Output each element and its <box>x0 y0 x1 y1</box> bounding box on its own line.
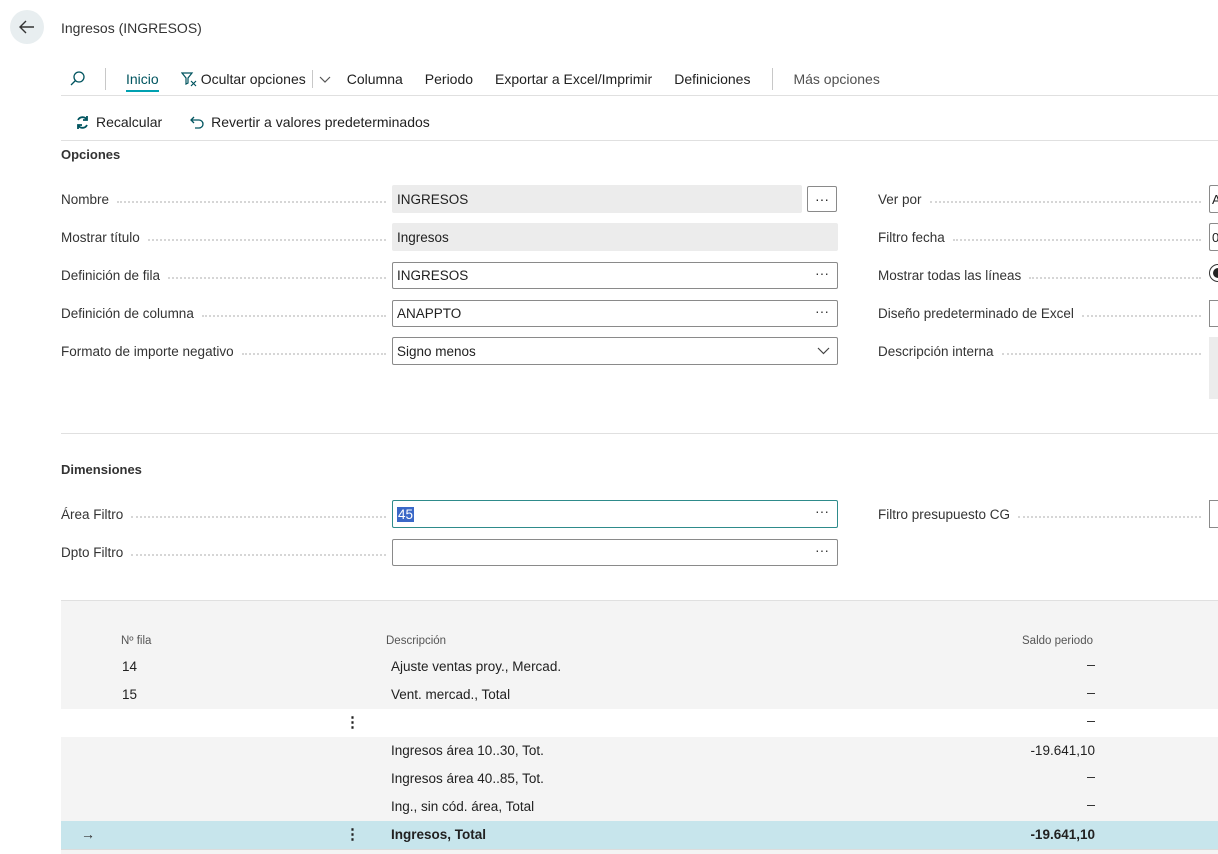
ellipsis-icon[interactable]: ··· <box>815 303 829 319</box>
excel-layout-field[interactable] <box>1209 300 1218 327</box>
budget-filter-field[interactable] <box>1209 500 1218 528</box>
empty-value-dash <box>1087 665 1095 666</box>
column-header-description[interactable]: Descripción <box>386 635 446 647</box>
action-bar: Inicio Ocultar opciones Columna Periodo … <box>61 62 1218 96</box>
field-label-neg-format: Formato de importe negativo <box>61 344 386 359</box>
undo-icon <box>190 116 204 129</box>
row-definition-value: INGRESOS <box>397 268 469 283</box>
more-options-button[interactable]: Más opciones <box>793 71 879 87</box>
empty-value-dash <box>1087 805 1095 806</box>
table-row[interactable]: ⋮ <box>61 709 1218 738</box>
negative-format-value: Signo menos <box>397 343 476 359</box>
field-label-date-filter: Filtro fecha <box>878 230 1201 245</box>
section-title-options: Opciones <box>61 147 121 162</box>
ellipsis-icon[interactable]: ··· <box>815 503 829 519</box>
field-label-row-def: Definición de fila <box>61 268 386 283</box>
table-row[interactable]: Ingresos área 10..30, Tot. -19.641,10 <box>61 737 1218 766</box>
separator <box>105 67 106 90</box>
table-row[interactable]: 15 Vent. mercad., Total <box>61 681 1218 710</box>
table-row[interactable]: Ing., sin cód. área, Total <box>61 793 1218 822</box>
field-label-view-by: Ver por <box>878 192 1201 207</box>
cell-description: Ingresos, Total <box>391 827 487 842</box>
view-by-field[interactable]: A <box>1209 185 1218 213</box>
cell-row-no: 14 <box>122 659 138 674</box>
column-header-balance[interactable]: Saldo periodo <box>1022 635 1093 647</box>
tab-inicio[interactable]: Inicio <box>126 71 159 92</box>
more-dropdown-button[interactable] <box>319 73 331 85</box>
field-label-budget-filter: Filtro presupuesto CG <box>878 507 1201 522</box>
column-button[interactable]: Columna <box>347 71 403 87</box>
area-filter-value: 45 <box>397 506 415 522</box>
cell-description: Ingresos área 10..30, Tot. <box>391 743 544 758</box>
empty-value-dash <box>1087 777 1095 778</box>
field-label-internal-desc: Descripción interna <box>878 344 1201 359</box>
show-all-lines-radio[interactable] <box>1209 264 1218 284</box>
name-field[interactable]: INGRESOS <box>392 185 802 213</box>
cell-description: Ing., sin cód. área, Total <box>391 799 535 814</box>
recalculate-button[interactable]: Recalcular <box>61 114 162 130</box>
search-icon <box>70 70 85 85</box>
back-button[interactable] <box>10 10 44 44</box>
ellipsis-icon: ··· <box>815 191 829 207</box>
name-lookup-button[interactable]: ··· <box>807 186 837 212</box>
field-label-dept-filter: Dpto Filtro <box>61 545 386 560</box>
field-label-show-all: Mostrar todas las líneas <box>878 268 1201 283</box>
field-label-show-title: Mostrar título <box>61 230 386 245</box>
cell-row-no: 15 <box>122 687 138 702</box>
field-label-name: Nombre <box>61 192 386 207</box>
search-button[interactable] <box>69 70 87 88</box>
internal-description-field[interactable] <box>1209 337 1218 399</box>
period-button[interactable]: Periodo <box>425 71 473 87</box>
show-title-field[interactable]: Ingresos <box>392 223 838 251</box>
table-row-selected[interactable]: → ⋮ Ingresos, Total -19.641,10 <box>61 821 1218 850</box>
hide-options-label: Ocultar opciones <box>200 70 306 87</box>
row-menu-icon[interactable]: ⋮ <box>345 825 360 843</box>
row-definition-field[interactable]: INGRESOS ··· <box>392 262 838 289</box>
results-grid: Nº fila Descripción Saldo periodo 14 Aju… <box>61 600 1218 854</box>
section-title-dimensions: Dimensiones <box>61 462 142 477</box>
table-row[interactable]: Ingresos área 40..85, Tot. <box>61 765 1218 794</box>
cell-description: Ajuste ventas proy., Mercad. <box>391 659 562 674</box>
revert-label: Revertir a valores predeterminados <box>211 114 430 130</box>
separator <box>772 67 774 90</box>
empty-value-dash <box>1087 693 1095 694</box>
field-label-col-def: Definición de columna <box>61 306 386 321</box>
cell-description: Ingresos área 40..85, Tot. <box>391 771 544 786</box>
revert-button[interactable]: Revertir a valores predeterminados <box>190 114 430 130</box>
hide-options-button[interactable]: Ocultar opciones <box>180 70 306 87</box>
row-menu-icon[interactable]: ⋮ <box>345 713 360 731</box>
filter-clear-icon <box>180 71 197 86</box>
field-label-area-filter: Área Filtro <box>61 507 386 522</box>
current-row-arrow-icon: → <box>81 826 95 842</box>
date-filter-field[interactable]: 0 <box>1209 223 1218 251</box>
empty-value-dash <box>1087 721 1095 722</box>
cell-balance: -19.641,10 <box>1030 743 1095 758</box>
page-title: Ingresos (INGRESOS) <box>61 20 202 36</box>
recalculate-label: Recalcular <box>96 114 163 130</box>
sub-action-bar: Recalcular Revertir a valores predetermi… <box>61 104 1218 141</box>
table-row[interactable]: 14 Ajuste ventas proy., Mercad. <box>61 653 1218 682</box>
cell-balance: -19.641,10 <box>1030 827 1095 842</box>
refresh-icon <box>77 115 88 129</box>
chevron-down-icon <box>817 347 830 355</box>
area-filter-field[interactable]: 45 ··· <box>392 500 838 528</box>
column-header-row-no[interactable]: Nº fila <box>121 635 151 647</box>
separator <box>311 69 313 88</box>
column-definition-value: ANAPPTO <box>397 306 462 321</box>
export-button[interactable]: Exportar a Excel/Imprimir <box>495 71 652 87</box>
ellipsis-icon[interactable]: ··· <box>815 265 829 281</box>
definitions-button[interactable]: Definiciones <box>674 71 750 87</box>
dept-filter-field[interactable]: ··· <box>392 539 838 566</box>
field-label-excel-layout: Diseño predeterminado de Excel <box>878 306 1201 321</box>
back-arrow-icon <box>19 20 34 34</box>
chevron-down-icon <box>319 76 331 83</box>
column-definition-field[interactable]: ANAPPTO ··· <box>392 300 838 327</box>
ellipsis-icon[interactable]: ··· <box>815 542 829 558</box>
cell-description: Vent. mercad., Total <box>391 687 511 702</box>
negative-format-select[interactable]: Signo menos <box>392 337 838 365</box>
section-divider <box>61 433 1218 434</box>
